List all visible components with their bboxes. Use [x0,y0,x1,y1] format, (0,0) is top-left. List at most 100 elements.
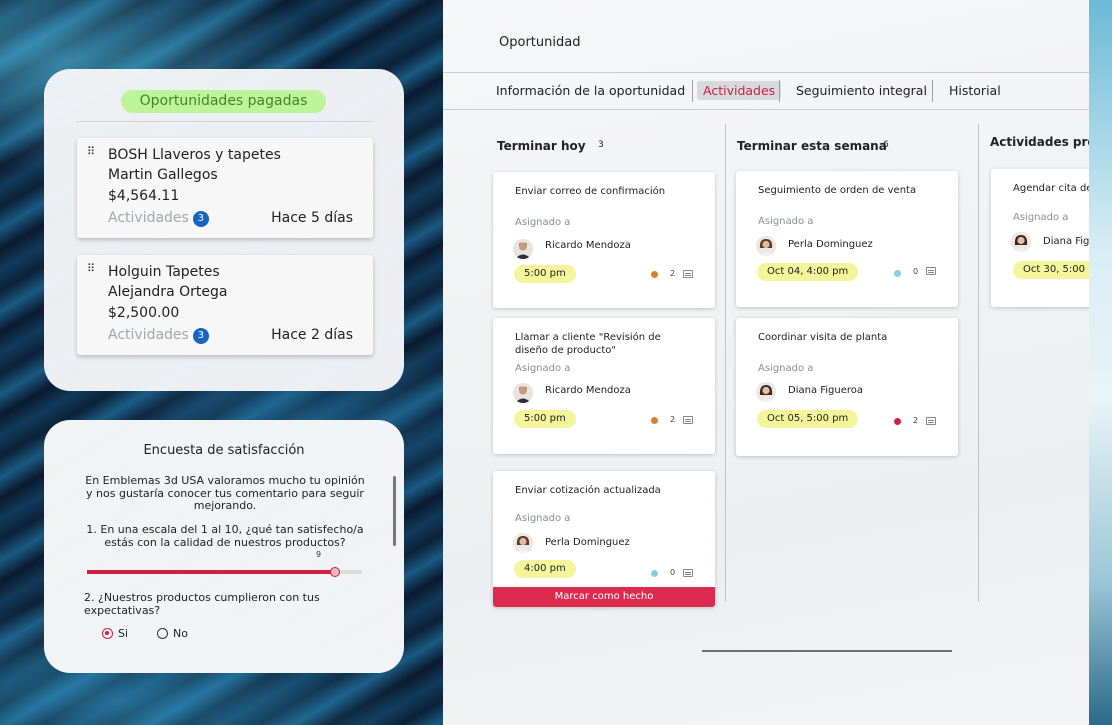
tab-divider [692,80,693,102]
opportunity-card[interactable]: ⠿ Holguin Tapetes Alejandra Ortega $2,50… [77,255,373,355]
slider-thumb[interactable] [330,567,340,577]
drag-handle-icon[interactable]: ⠿ [87,263,95,274]
task-title: Seguimiento de orden de venta [758,185,917,196]
task-card[interactable]: Enviar correo de confirmación Asignado a… [493,172,715,308]
survey-intro: En Emblemas 3d USA valoramos mucho tu op… [85,474,365,512]
radio-no[interactable]: No [157,627,188,640]
comment-icon[interactable] [683,270,693,278]
assignee-name: Ricardo Mendoza [545,385,631,396]
status-dot [894,418,901,425]
task-title: Enviar correo de confirmación [515,186,666,197]
avatar [756,382,776,402]
status-dot [651,271,658,278]
opportunity-company: BOSH Llaveros y tapetes [108,147,281,163]
radio-no-label: No [173,627,188,640]
assigned-label: Asignado a [515,217,571,228]
assignee-name: Diana Figueroa [788,385,864,396]
due-pill: 5:00 pm [514,410,576,428]
column-divider [978,124,979,602]
opportunity-age: Hace 5 días [271,210,353,226]
opportunity-company: Holguin Tapetes [108,264,220,280]
comment-count: 2 [670,415,676,424]
radio-unselected-icon [157,628,168,639]
assigned-label: Asignado a [1013,212,1069,223]
page-title: Oportunidad [499,35,581,50]
comment-icon[interactable] [683,569,693,577]
avatar [513,239,533,259]
activities-link[interactable]: Actividades 3 [108,210,209,227]
opportunity-amount: $4,564.11 [108,188,180,204]
status-dot [894,270,901,277]
divider [76,121,373,122]
task-card[interactable]: Enviar cotización actualizada Asignado a… [493,471,715,607]
comment-count: 0 [670,568,676,577]
comment-icon[interactable] [926,267,936,275]
due-pill: Oct 05, 5:00 pm [757,410,859,428]
opportunity-panel: Oportunidad Información de la oportunida… [443,0,1089,725]
activities-count-badge: 3 [192,211,209,227]
assigned-label: Asignado a [515,513,571,524]
comment-count: 2 [670,269,676,278]
comment-count: 0 [913,267,919,276]
avatar [1011,232,1031,252]
radio-yes[interactable]: Si [102,627,128,640]
opportunity-age: Hace 2 días [271,327,353,343]
task-card[interactable]: Seguimiento de orden de venta Asignado a… [736,171,958,307]
column-count-week: 6 [883,140,889,150]
divider [443,109,1089,110]
task-title: Coordinar visita de planta [758,332,888,343]
column-title-today: Terminar hoy [497,139,586,153]
survey-scrollbar[interactable] [393,476,396,546]
survey-question-2: 2. ¿Nuestros productos cumplieron con tu… [84,591,320,617]
column-count-today: 3 [598,140,604,150]
paid-opportunities-title: Oportunidades pagadas [121,90,326,113]
assigned-label: Asignado a [758,363,814,374]
survey-question-1: 1. En una escala del 1 al 10, ¿qué tan s… [86,523,364,549]
activities-label: Actividades [108,210,189,226]
due-pill: 5:00 pm [514,265,576,283]
status-dot [651,417,658,424]
satisfaction-slider[interactable] [87,567,362,577]
survey-title: Encuesta de satisfacción [143,443,305,458]
background-edge [1089,0,1112,725]
avatar [756,236,776,256]
opportunity-amount: $2,500.00 [108,305,180,321]
due-pill: Oct 04, 4:00 pm [757,263,859,281]
activities-count-badge: 3 [192,328,209,344]
tab-divider [932,80,933,102]
task-title: Llamar a cliente "Revisión de diseño de … [515,332,661,356]
avatar [513,533,533,553]
task-title: Agendar cita de seguimiento [1013,183,1089,194]
tab-activities[interactable]: Actividades [697,81,782,100]
avatar [513,383,533,403]
activities-link[interactable]: Actividades 3 [108,327,209,344]
due-pill: 4:00 pm [514,560,576,578]
radio-yes-label: Si [118,627,129,640]
comment-count: 2 [913,416,919,425]
assignee-name: Diana Figueroa [1043,236,1089,247]
mark-done-button[interactable]: Marcar como hecho [493,587,715,607]
due-pill: Oct 30, 5:00 pm [1013,261,1089,279]
horizontal-scrollbar[interactable] [702,650,952,652]
column-title-upcoming: Actividades próximas [990,135,1089,149]
comment-icon[interactable] [926,417,936,425]
assignee-name: Perla Dominguez [545,537,630,548]
assigned-label: Asignado a [758,216,814,227]
assignee-name: Perla Dominguez [788,239,873,250]
task-card[interactable]: Llamar a cliente "Revisión de diseño de … [493,318,715,454]
tab-tracking[interactable]: Seguimiento integral [796,83,927,98]
column-divider [725,124,726,602]
activities-label: Actividades [108,327,189,343]
tab-info[interactable]: Información de la oportunidad [496,83,685,98]
comment-icon[interactable] [683,416,693,424]
task-card[interactable]: Coordinar visita de planta Asignado a Di… [736,318,958,456]
task-card[interactable]: Agendar cita de seguimiento Asignado a D… [991,169,1089,307]
opportunity-card[interactable]: ⠿ BOSH Llaveros y tapetes Martin Gallego… [77,138,373,238]
assignee-name: Ricardo Mendoza [545,240,631,251]
opportunity-contact: Martin Gallegos [108,167,218,183]
divider [443,72,1089,73]
drag-handle-icon[interactable]: ⠿ [87,146,95,157]
tab-history[interactable]: Historial [949,83,1001,98]
task-title: Enviar cotización actualizada [515,485,661,496]
radio-selected-icon [102,628,113,639]
